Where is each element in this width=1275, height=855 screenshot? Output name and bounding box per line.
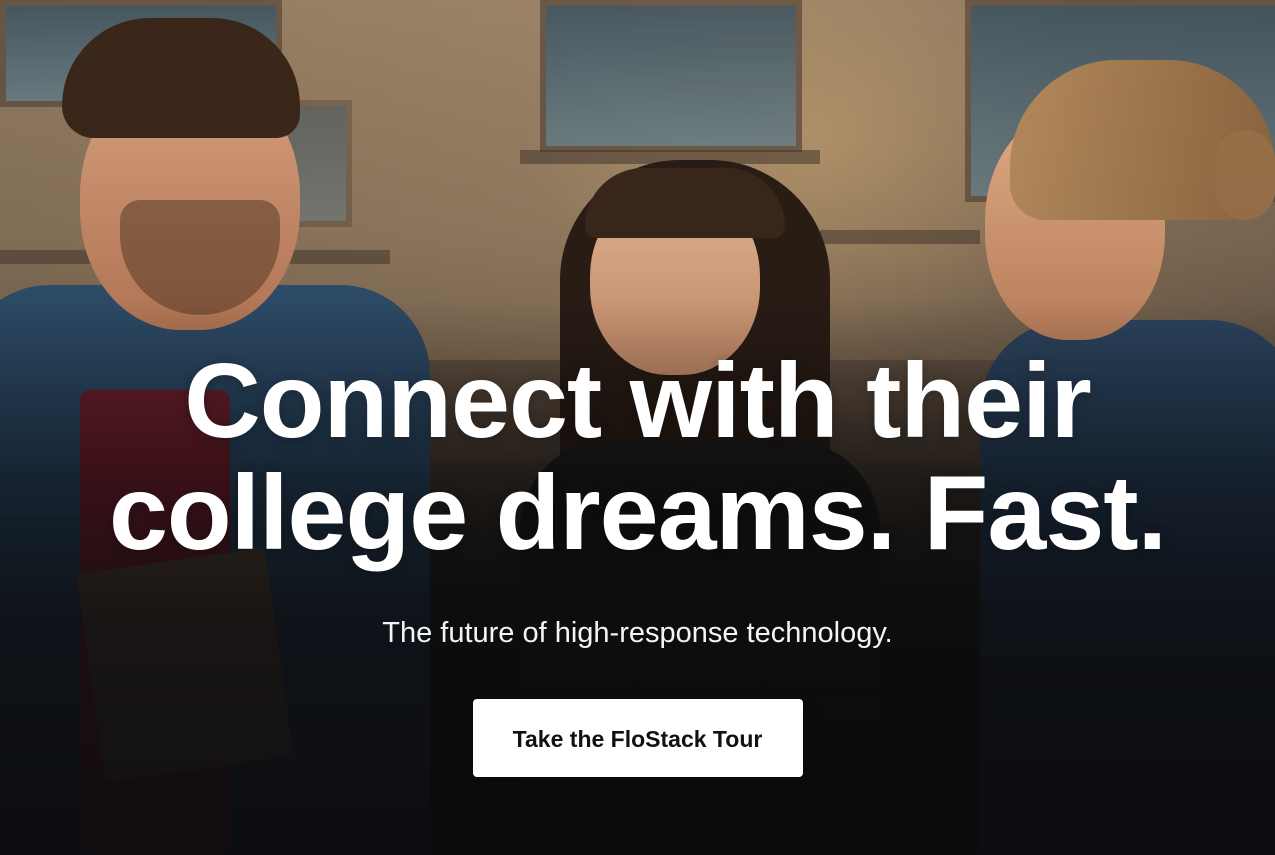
hero-subheadline: The future of high-response technology. [382,617,893,649]
hero-content: Connect with their college dreams. Fast.… [0,345,1275,777]
headline-line-2: college dreams. Fast. [108,454,1167,572]
hero-headline: Connect with their college dreams. Fast. [48,345,1228,569]
headline-line-1: Connect with their [184,342,1092,460]
hero-section: Connect with their college dreams. Fast.… [0,0,1275,855]
flostack-tour-button[interactable]: Take the FloStack Tour [472,699,803,777]
